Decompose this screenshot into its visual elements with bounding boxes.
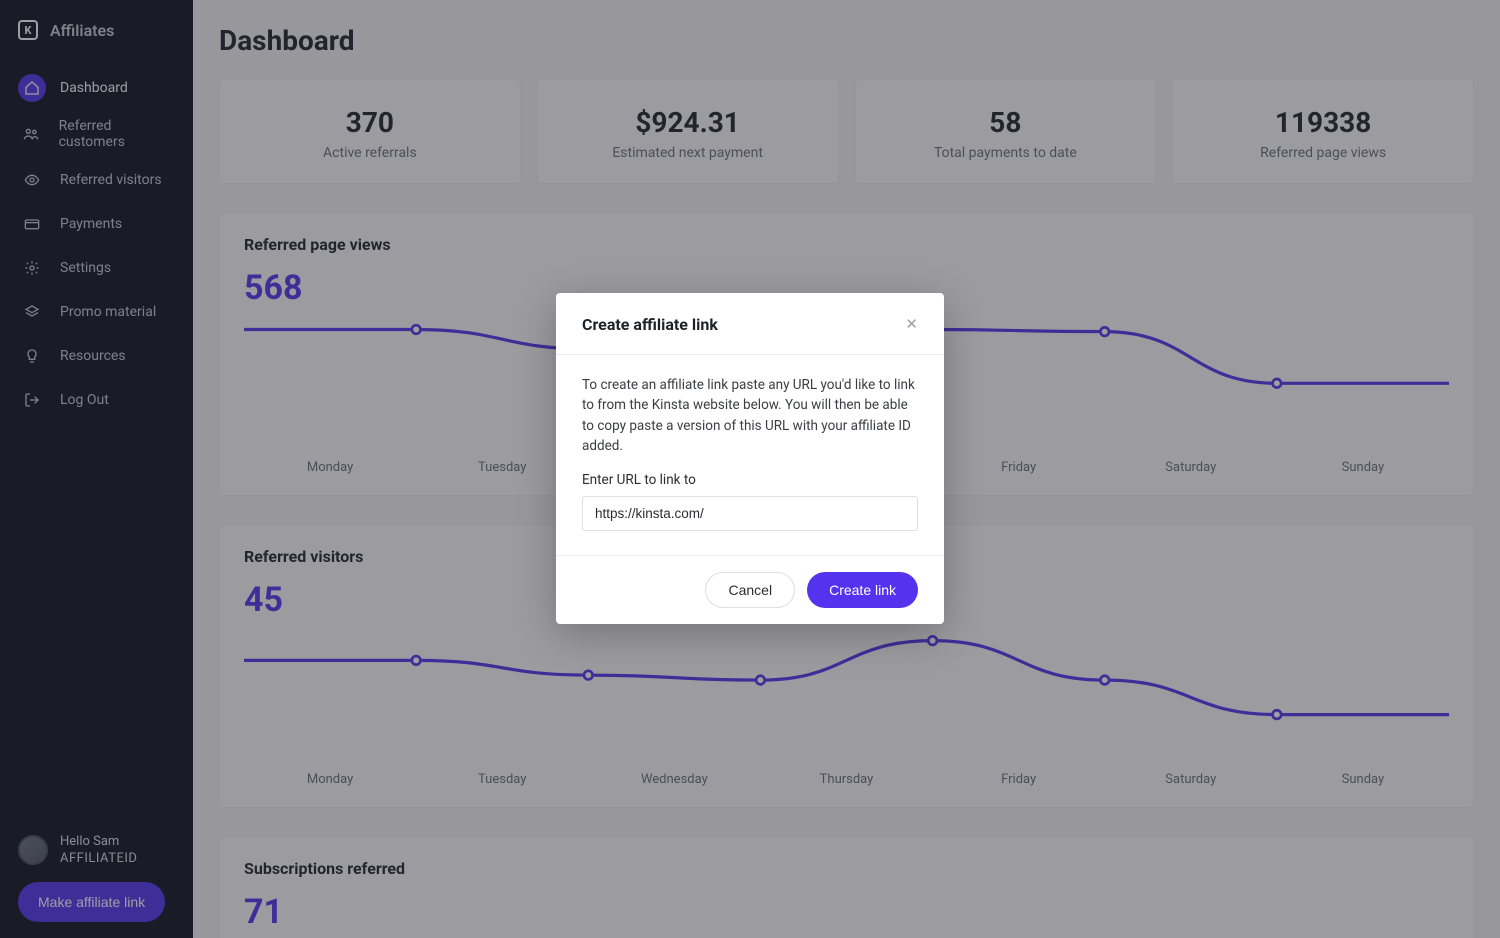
modal-header: Create affiliate link ✕ bbox=[556, 293, 944, 355]
close-icon[interactable]: ✕ bbox=[905, 317, 918, 332]
url-input[interactable] bbox=[582, 496, 918, 531]
cancel-button[interactable]: Cancel bbox=[705, 572, 795, 608]
modal-body: To create an affiliate link paste any UR… bbox=[556, 355, 944, 555]
create-affiliate-link-modal: Create affiliate link ✕ To create an aff… bbox=[556, 293, 944, 624]
modal-description: To create an affiliate link paste any UR… bbox=[582, 375, 918, 456]
url-input-label: Enter URL to link to bbox=[582, 472, 918, 488]
create-link-button[interactable]: Create link bbox=[807, 572, 918, 608]
modal-footer: Cancel Create link bbox=[556, 555, 944, 624]
modal-title: Create affiliate link bbox=[582, 315, 718, 334]
